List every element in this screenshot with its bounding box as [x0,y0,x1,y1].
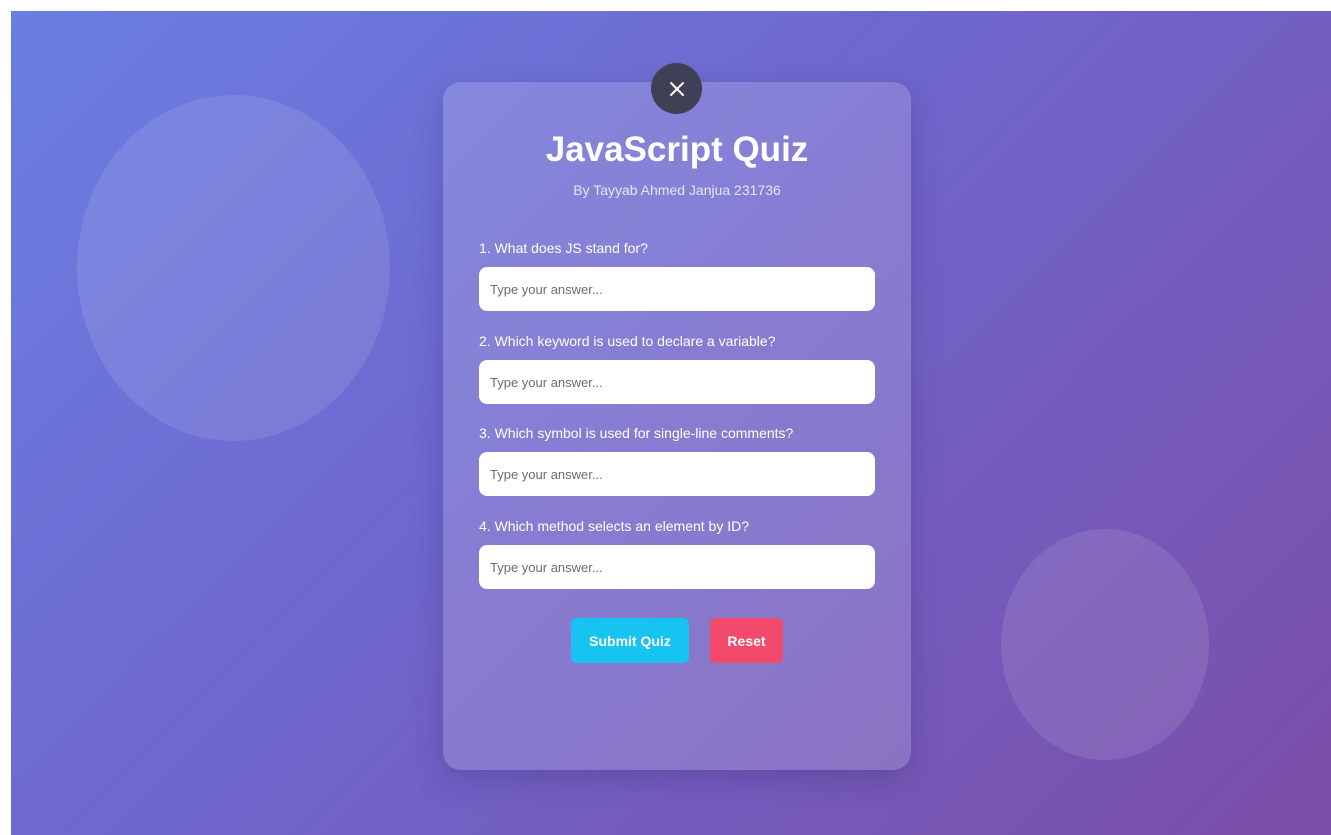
question-2-answer-input[interactable] [479,360,875,404]
question-3: 3. Which symbol is used for single-line … [479,423,875,496]
question-1: 1. What does JS stand for? [479,238,875,311]
close-icon [669,81,685,97]
decorative-circle-left [77,95,390,441]
question-3-answer-input[interactable] [479,452,875,496]
reset-button[interactable]: Reset [710,618,783,663]
submit-quiz-button[interactable]: Submit Quiz [571,618,689,663]
question-3-label: 3. Which symbol is used for single-line … [479,425,794,441]
question-1-label: 1. What does JS stand for? [479,240,648,256]
question-2-label: 2. Which keyword is used to declare a va… [479,333,776,349]
question-4-answer-input[interactable] [479,545,875,589]
quiz-title: JavaScript Quiz [545,130,809,169]
question-4: 4. Which method selects an element by ID… [479,516,875,589]
quiz-subtitle: By Tayyab Ahmed Janjua 231736 [573,182,781,198]
quiz-actions: Submit Quiz Reset [443,618,911,663]
page-background: JavaScript Quiz By Tayyab Ahmed Janjua 2… [11,11,1331,835]
close-button[interactable] [651,63,702,114]
question-2: 2. Which keyword is used to declare a va… [479,331,875,404]
quiz-card: JavaScript Quiz By Tayyab Ahmed Janjua 2… [443,63,911,770]
question-4-label: 4. Which method selects an element by ID… [479,518,750,534]
decorative-circle-right [1001,529,1209,760]
question-1-answer-input[interactable] [479,267,875,311]
